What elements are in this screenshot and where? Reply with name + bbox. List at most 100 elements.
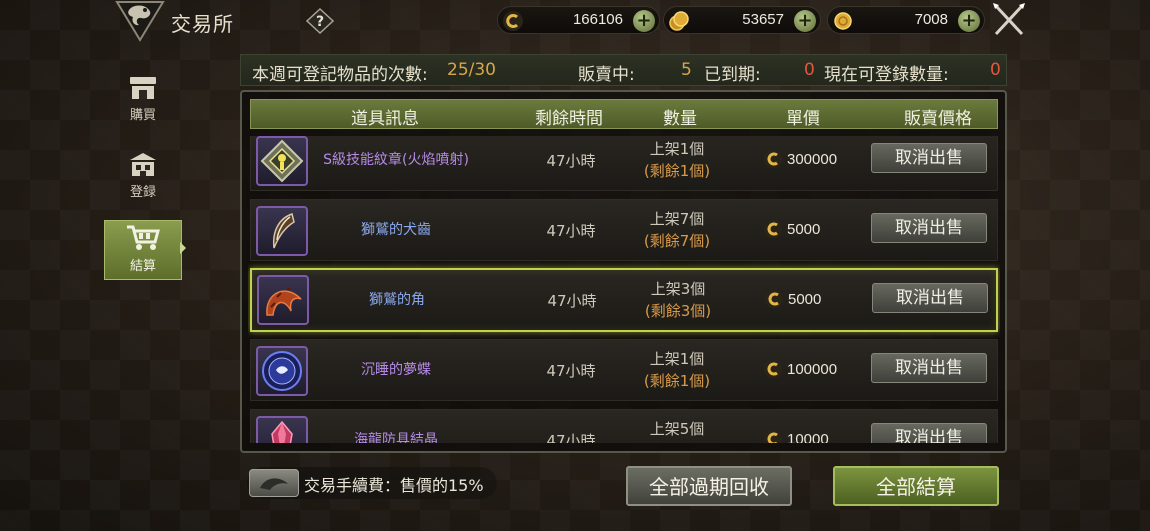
- settle-all-button[interactable]: 全部結算: [833, 466, 999, 506]
- listed-count: 上架5個: [649, 420, 705, 438]
- table-body[interactable]: S級技能紋章(火焰噴射) 47小時 上架1個 (剩餘1個) 300000 取消出…: [248, 136, 1000, 443]
- table-header: 道具訊息 剩餘時間 數量 單價 販賣價格: [250, 99, 998, 129]
- c-coin-icon: [764, 360, 782, 378]
- fee-text: 交易手續費：售價的15%: [304, 476, 484, 495]
- quantity: 上架1個 (剩餘1個): [627, 348, 727, 392]
- gold-coin-amount: 7008: [914, 11, 948, 28]
- sidebar-item-label: 登録: [129, 185, 156, 200]
- sidebar-item-buy[interactable]: 購買: [104, 68, 182, 128]
- item-name: 獅鷲的角: [369, 292, 425, 308]
- gold-coins-amount: 53657: [742, 11, 784, 28]
- svg-text:?: ?: [316, 14, 324, 30]
- add-c-coin-button[interactable]: +: [633, 10, 655, 32]
- c-coin-icon: [765, 290, 783, 308]
- price-value: 5000: [787, 220, 821, 238]
- weekly-count-label: 本週可登記物品的次數:: [252, 65, 428, 85]
- remaining-count: (剩餘7個): [643, 232, 711, 250]
- table-row[interactable]: S級技能紋章(火焰噴射) 47小時 上架1個 (剩餘1個) 300000 取消出…: [250, 136, 998, 191]
- column-header-sell-price: 販賣價格: [904, 109, 972, 129]
- column-header-time: 剩餘時間: [535, 109, 603, 129]
- selling-label: 販賣中:: [578, 65, 635, 85]
- sidebar-item-label: 購買: [129, 108, 156, 123]
- item-name: 沉睡的夢蝶: [361, 362, 431, 378]
- horn-icon: [257, 275, 309, 325]
- unit-price: 5000: [764, 289, 821, 309]
- remaining-count: (剩餘1個): [643, 162, 711, 180]
- sidebar-item-register[interactable]: 登録: [104, 145, 182, 205]
- help-button[interactable]: ?: [306, 8, 334, 34]
- listed-count: 上架7個: [649, 210, 705, 228]
- cancel-sale-button[interactable]: 取消出售: [871, 143, 987, 173]
- crystal-icon: [256, 416, 308, 443]
- cart-icon: [127, 225, 160, 250]
- page-title: 交易所: [171, 12, 234, 36]
- unit-price: 5000: [763, 219, 820, 239]
- weekly-count-value: 25/30: [447, 60, 496, 80]
- price-value: 10000: [787, 430, 829, 444]
- header-bar: 交易所 ? 166106 + 53657 + 7008 +: [0, 0, 1150, 42]
- question-icon: ?: [306, 8, 334, 34]
- available-label: 現在可登錄數量:: [824, 65, 949, 85]
- dragon-emblem-icon: [113, 0, 167, 42]
- remaining-count: (剩餘3個): [644, 302, 712, 320]
- currency-gold-coin: 7008 +: [827, 6, 985, 34]
- shop-icon: [130, 77, 156, 99]
- unit-price: 10000: [763, 429, 829, 443]
- collect-all-expired-button[interactable]: 全部過期回收: [626, 466, 792, 506]
- sidebar-item-settle[interactable]: 結算: [104, 220, 182, 280]
- info-bar: 本週可登記物品的次數: 25/30 販賣中: 5 已到期: 0 現在可登錄數量:…: [240, 54, 1007, 86]
- expired-value: 0: [804, 60, 815, 80]
- item-name: 獅鷲的犬齒: [361, 222, 431, 238]
- unit-price: 100000: [763, 359, 837, 379]
- remaining-time: 47小時: [547, 292, 597, 310]
- table-row[interactable]: 沉睡的夢蝶 47小時 上架1個 (剩餘1個) 100000 取消出售: [250, 339, 998, 401]
- fee-ticket-icon: [249, 469, 299, 497]
- gold-coin-icon: [834, 12, 852, 30]
- c-coin-icon: [764, 150, 782, 168]
- available-value: 0: [990, 60, 1001, 80]
- gold-coins-icon: [669, 11, 689, 31]
- expired-label: 已到期:: [704, 65, 761, 85]
- table-row[interactable]: 獅鷲的犬齒 47小時 上架7個 (剩餘7個) 5000 取消出售: [250, 199, 998, 261]
- price-value: 300000: [787, 150, 838, 168]
- close-button[interactable]: [990, 2, 1028, 38]
- remaining-time: 47小時: [546, 222, 596, 240]
- cancel-sale-button[interactable]: 取消出售: [871, 213, 987, 243]
- currency-c-coin: 166106 +: [497, 6, 660, 34]
- quantity: 上架7個 (剩餘7個): [627, 208, 727, 252]
- column-header-item: 道具訊息: [351, 109, 419, 129]
- add-gold-coin-button[interactable]: +: [958, 10, 980, 32]
- price-value: 5000: [788, 290, 822, 308]
- sidebar-item-label: 結算: [129, 259, 156, 274]
- unit-price: 300000: [763, 149, 837, 169]
- quantity: 上架1個 (剩餘1個): [627, 138, 727, 182]
- remaining-count: (剩餘1個): [643, 372, 711, 390]
- remaining-time: 47小時: [546, 362, 596, 380]
- c-coin-amount: 166106: [572, 11, 623, 28]
- cancel-sale-button[interactable]: 取消出售: [872, 283, 988, 313]
- skill-crest-icon: [256, 136, 308, 186]
- table-row-selected[interactable]: 獅鷲的角 47小時 上架3個 (剩餘3個) 5000 取消出售: [250, 268, 998, 332]
- listing-table: 道具訊息 剩餘時間 數量 單價 販賣價格 S級技能紋章(火焰噴射) 47小時 上…: [240, 90, 1007, 453]
- active-indicator-arrow: [180, 242, 186, 254]
- dream-butterfly-icon: [256, 346, 308, 396]
- currency-gold-coins: 53657 +: [663, 6, 821, 34]
- cancel-sale-button[interactable]: 取消出售: [871, 423, 987, 443]
- selling-value: 5: [681, 60, 692, 80]
- item-name: 海龍防具結晶: [354, 432, 438, 443]
- quantity: 上架3個 (剩餘3個): [628, 278, 728, 322]
- quantity: 上架5個: [627, 418, 727, 440]
- register-icon: [130, 153, 156, 176]
- column-header-qty: 數量: [663, 109, 697, 129]
- crossed-swords-icon: [993, 3, 1025, 36]
- c-coin-icon: [503, 11, 523, 31]
- remaining-time: 47小時: [546, 432, 596, 443]
- table-row[interactable]: 海龍防具結晶 47小時 上架5個 10000 取消出售: [250, 409, 998, 443]
- cancel-sale-button[interactable]: 取消出售: [871, 353, 987, 383]
- listed-count: 上架1個: [649, 140, 705, 158]
- listed-count: 上架3個: [650, 280, 706, 298]
- fang-icon: [256, 206, 308, 256]
- fee-info: 交易手續費：售價的15%: [247, 467, 497, 499]
- add-gold-coins-button[interactable]: +: [794, 10, 816, 32]
- column-header-unit-price: 單價: [786, 109, 820, 129]
